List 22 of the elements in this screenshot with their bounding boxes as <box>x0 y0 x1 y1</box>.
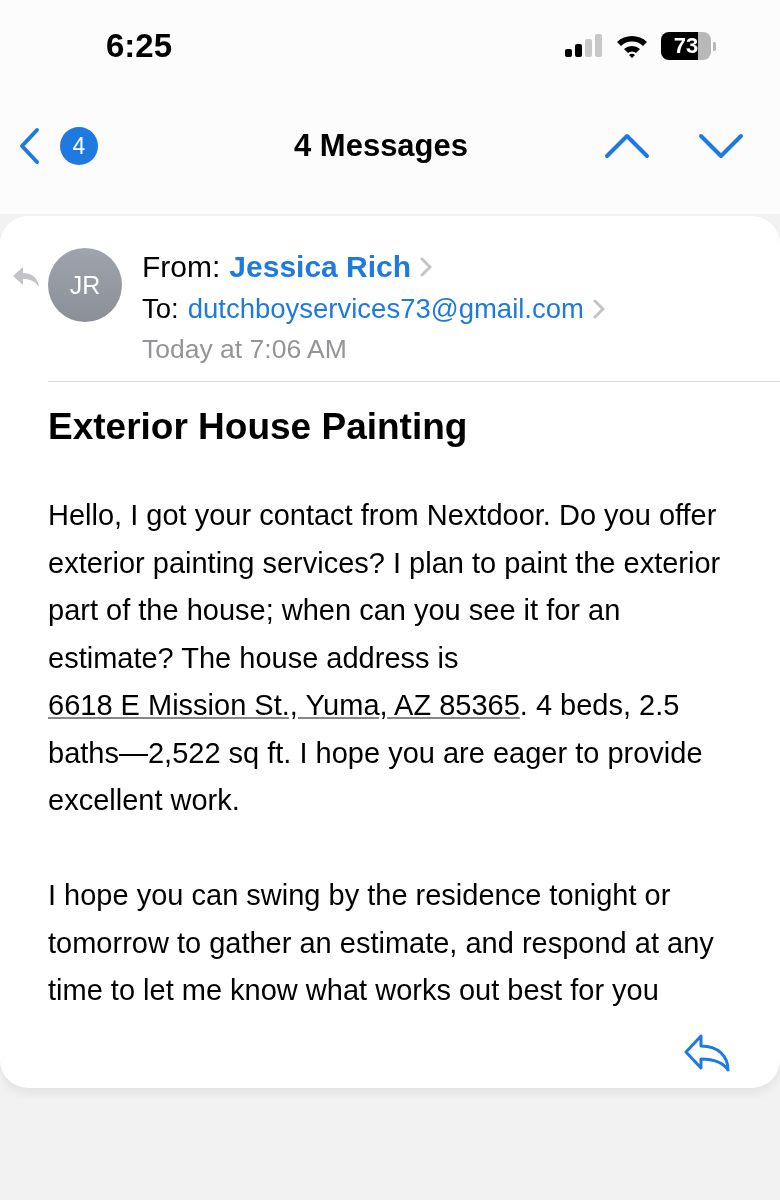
recipient-address[interactable]: dutchboyservices73@gmail.com <box>187 293 584 325</box>
previous-message-icon[interactable] <box>604 133 650 159</box>
message-date: Today at 7:06 AM <box>142 334 348 365</box>
sender-name[interactable]: Jessica Rich <box>229 250 412 284</box>
battery-indicator: 73 <box>661 32 716 60</box>
signal-icon <box>565 34 603 58</box>
chevron-icon <box>420 257 433 277</box>
from-label: From: <box>142 250 221 284</box>
avatar: JR <box>48 248 122 322</box>
address-link[interactable]: 6618 E Mission St., Yuma, AZ 85365 <box>48 689 520 721</box>
back-icon[interactable] <box>18 127 40 165</box>
message-paragraph: I hope you can swing by the residence tonight or tomorrow to gather an estimate, and respond at any time to let me know what works out best for you <box>48 878 715 1008</box>
chevron-icon <box>592 299 605 319</box>
message-subject: Exterior House Painting <box>48 406 469 448</box>
wifi-icon <box>615 34 649 58</box>
to-label: To: <box>142 293 179 325</box>
next-message-icon[interactable] <box>698 133 744 159</box>
status-time: 6:25 <box>106 27 173 65</box>
message-paragraph: Hello, I got your contact from Nextdoor. Do you offer exterior painting services? I plan to paint the exterior part of the house; when can you see it for an estimate? The house address is 6618 E Mission St., Yuma, AZ 85365. 4 beds, 2.5 baths—2,522 sq ft. I hope you are eager to provide excellent work. <box>48 498 722 818</box>
reply-icon[interactable] <box>684 1034 730 1072</box>
unread-count-badge[interactable]: 4 <box>60 127 98 165</box>
nav-title: 4 Messages <box>293 128 469 164</box>
